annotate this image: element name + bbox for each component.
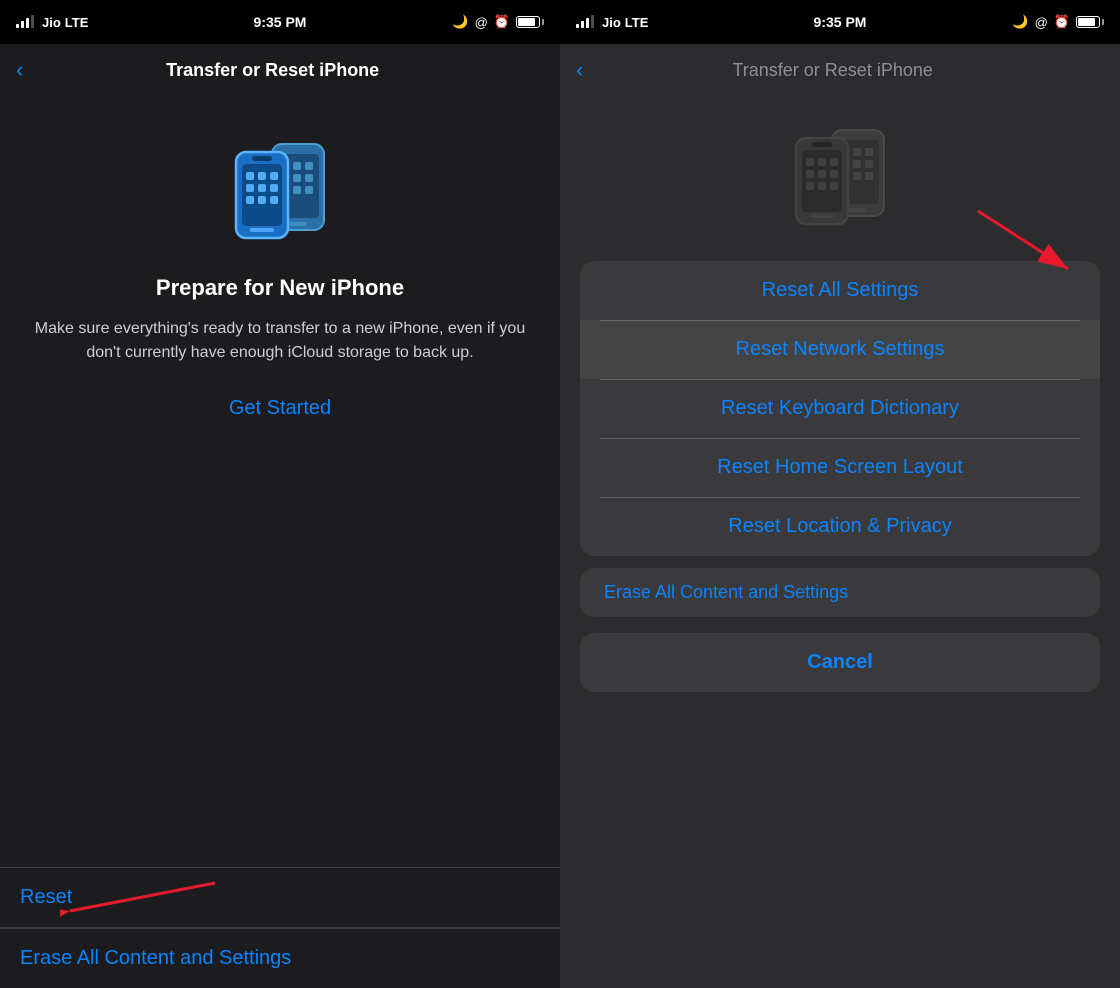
status-time: 9:35 PM bbox=[254, 14, 307, 30]
prepare-desc: Make sure everything's ready to transfer… bbox=[20, 317, 540, 365]
right-signal-bar-4 bbox=[591, 15, 594, 28]
right-battery-fill bbox=[1078, 18, 1095, 26]
right-status-left: Jio LTE bbox=[576, 15, 648, 30]
left-content: Prepare for New iPhone Make sure everyth… bbox=[0, 96, 560, 867]
signal-bar-2 bbox=[21, 21, 24, 28]
right-erase-label[interactable]: Erase All Content and Settings bbox=[604, 582, 848, 602]
erase-section[interactable]: Erase All Content and Settings bbox=[0, 928, 560, 988]
right-battery-tip bbox=[1102, 19, 1104, 25]
signal-bar-1 bbox=[16, 24, 19, 28]
erase-label[interactable]: Erase All Content and Settings bbox=[20, 947, 291, 969]
phone-transfer-svg bbox=[220, 126, 340, 246]
signal-bar-3 bbox=[26, 18, 29, 28]
get-started-button[interactable]: Get Started bbox=[229, 397, 331, 420]
right-battery-icon bbox=[1076, 16, 1104, 28]
moon-icon: 🌙 bbox=[452, 14, 468, 30]
battery-icon bbox=[516, 16, 544, 28]
right-content: Reset All Settings Reset Network Setting… bbox=[560, 96, 1120, 988]
prepare-title: Prepare for New iPhone bbox=[156, 275, 404, 301]
alarm-icon: ⏰ bbox=[494, 14, 510, 30]
right-erase-section: Erase All Content and Settings bbox=[580, 556, 1100, 621]
right-signal-bar-2 bbox=[581, 21, 584, 28]
reset-section[interactable]: Reset bbox=[0, 868, 560, 927]
signal-bar-4 bbox=[31, 15, 34, 28]
reset-keyboard-dictionary-item[interactable]: Reset Keyboard Dictionary bbox=[580, 379, 1100, 438]
reset-location-privacy-item[interactable]: Reset Location & Privacy bbox=[580, 497, 1100, 556]
right-status-time: 9:35 PM bbox=[814, 14, 867, 30]
left-nav-title: Transfer or Reset iPhone bbox=[31, 60, 514, 81]
right-battery-body bbox=[1076, 16, 1100, 28]
reset-menu-card: Reset All Settings Reset Network Setting… bbox=[580, 261, 1100, 556]
reset-menu-container: Reset All Settings Reset Network Setting… bbox=[560, 261, 1120, 556]
phone-transfer-icon-container bbox=[220, 126, 340, 251]
left-bottom: Reset Erase All Content and Settings bbox=[0, 868, 560, 988]
right-carrier-label: Jio bbox=[602, 15, 621, 30]
left-panel: Jio LTE 9:35 PM 🌙 @ ⏰ ‹ Transfer or Rese… bbox=[0, 0, 560, 988]
left-back-button[interactable]: ‹ bbox=[16, 57, 23, 83]
left-status-bar: Jio LTE 9:35 PM 🌙 @ ⏰ bbox=[0, 0, 560, 44]
right-status-right: 🌙 @ ⏰ bbox=[1012, 14, 1104, 30]
right-signal-bars bbox=[576, 16, 594, 28]
right-phone-icon bbox=[780, 112, 900, 237]
right-panel: Jio LTE 9:35 PM 🌙 @ ⏰ ‹ Transfer or Rese… bbox=[560, 0, 1120, 988]
status-left: Jio LTE bbox=[16, 15, 88, 30]
signal-bars bbox=[16, 16, 34, 28]
right-phone-svg bbox=[780, 112, 900, 232]
battery-fill bbox=[518, 18, 535, 26]
carrier-label: Jio bbox=[42, 15, 61, 30]
reset-home-screen-layout-item[interactable]: Reset Home Screen Layout bbox=[580, 438, 1100, 497]
right-at-icon: @ bbox=[1035, 15, 1048, 30]
right-signal-bar-3 bbox=[586, 18, 589, 28]
right-alarm-icon: ⏰ bbox=[1054, 14, 1070, 30]
battery-body bbox=[516, 16, 540, 28]
network-label: LTE bbox=[65, 15, 89, 30]
right-signal-bar-1 bbox=[576, 24, 579, 28]
battery-tip bbox=[542, 19, 544, 25]
right-network-label: LTE bbox=[625, 15, 649, 30]
status-right: 🌙 @ ⏰ bbox=[452, 14, 544, 30]
network-settings-red-arrow bbox=[968, 201, 1108, 281]
right-status-bar: Jio LTE 9:35 PM 🌙 @ ⏰ bbox=[560, 0, 1120, 44]
right-back-button[interactable]: ‹ bbox=[576, 57, 583, 83]
left-nav-bar: ‹ Transfer or Reset iPhone bbox=[0, 44, 560, 96]
at-icon: @ bbox=[475, 15, 488, 30]
reset-red-arrow bbox=[60, 873, 220, 923]
right-moon-icon: 🌙 bbox=[1012, 14, 1028, 30]
reset-network-settings-item[interactable]: Reset Network Settings bbox=[580, 320, 1100, 379]
right-nav-title: Transfer or Reset iPhone bbox=[591, 60, 1074, 81]
cancel-button[interactable]: Cancel bbox=[580, 633, 1100, 692]
right-nav-bar: ‹ Transfer or Reset iPhone bbox=[560, 44, 1120, 96]
